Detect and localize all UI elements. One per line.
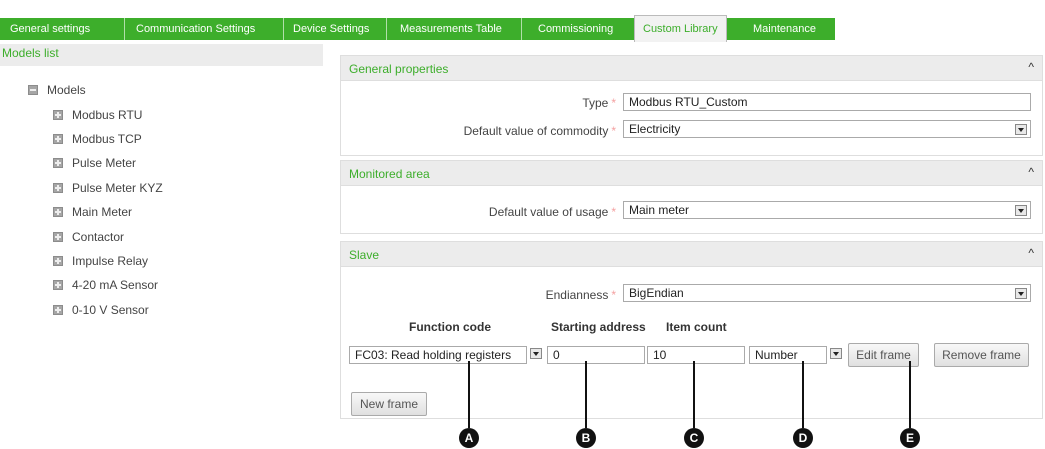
function-code-dropdown-icon[interactable] <box>530 348 542 359</box>
type-label: Type * <box>420 96 616 110</box>
tree-item-contactor[interactable]: Contactor <box>53 229 124 245</box>
tab-separator <box>386 18 387 40</box>
expand-icon[interactable] <box>53 183 63 193</box>
commodity-select[interactable]: Electricity <box>623 120 1031 138</box>
tree-item-modbus-rtu[interactable]: Modbus RTU <box>53 107 142 123</box>
dropdown-arrow-icon[interactable] <box>1015 124 1027 135</box>
callout-b: B <box>576 428 596 448</box>
slave-title: Slave <box>349 248 380 262</box>
tree-root-label: Models <box>47 83 86 97</box>
tree-item-label: Main Meter <box>72 205 133 219</box>
collapse-chevron-icon[interactable]: ^ <box>1028 246 1034 260</box>
tree-item-pulse-meter-kyz[interactable]: Pulse Meter KYZ <box>53 180 163 196</box>
function-code-select[interactable]: FC03: Read holding registers <box>349 346 527 364</box>
tree-item-label: 0-10 V Sensor <box>72 303 149 317</box>
tab-separator <box>521 18 522 40</box>
models-list-title: Models list <box>0 44 323 66</box>
tree-item-impulse-relay[interactable]: Impulse Relay <box>53 253 148 269</box>
tab-custom-library[interactable]: Custom Library <box>634 15 727 42</box>
tab-communication-settings[interactable]: Communication Settings <box>128 18 263 40</box>
callout-c: C <box>684 428 704 448</box>
expand-icon[interactable] <box>53 134 63 144</box>
tree-item-0-10v-sensor[interactable]: 0-10 V Sensor <box>53 302 149 318</box>
data-type-select[interactable]: Number <box>749 346 827 364</box>
data-type-dropdown-icon[interactable] <box>830 348 842 359</box>
endianness-select[interactable]: BigEndian <box>623 284 1031 302</box>
usage-select[interactable]: Main meter <box>623 201 1031 219</box>
tab-maintenance[interactable]: Maintenance <box>745 18 824 40</box>
tab-separator <box>124 18 125 40</box>
dropdown-arrow-icon[interactable] <box>1015 205 1027 216</box>
tab-measurements-table[interactable]: Measurements Table <box>392 18 510 40</box>
tab-commissioning[interactable]: Commissioning <box>530 18 621 40</box>
expand-icon[interactable] <box>53 305 63 315</box>
expand-icon[interactable] <box>53 110 63 120</box>
tree-item-label: Modbus RTU <box>72 108 143 122</box>
callout-line-b <box>585 361 587 428</box>
callout-d: D <box>793 428 813 448</box>
tree-item-label: Contactor <box>72 230 125 244</box>
expand-icon[interactable] <box>53 256 63 266</box>
required-marker: * <box>611 124 616 138</box>
tab-device-settings[interactable]: Device Settings <box>285 18 377 40</box>
type-input[interactable]: Modbus RTU_Custom <box>623 93 1031 111</box>
expand-icon[interactable] <box>53 158 63 168</box>
dropdown-arrow-icon[interactable] <box>1015 288 1027 299</box>
endianness-label: Endianness * <box>420 288 616 302</box>
tree-item-label: Impulse Relay <box>72 254 149 268</box>
remove-frame-button[interactable]: Remove frame <box>934 343 1029 367</box>
starting-address-header: Starting address <box>551 320 646 334</box>
collapse-chevron-icon[interactable]: ^ <box>1028 165 1034 179</box>
required-marker: * <box>611 205 616 219</box>
monitored-area-title: Monitored area <box>349 167 430 181</box>
expand-icon[interactable] <box>53 232 63 242</box>
tree-root-models[interactable]: Models <box>28 82 86 98</box>
starting-address-input[interactable]: 0 <box>547 346 645 364</box>
expand-icon[interactable] <box>53 280 63 290</box>
endianness-label-text: Endianness <box>545 288 609 302</box>
new-frame-button[interactable]: New frame <box>351 392 427 416</box>
slave-header[interactable]: Slave ^ <box>340 241 1043 267</box>
endianness-select-value: BigEndian <box>629 286 684 300</box>
callout-line-c <box>693 361 695 428</box>
general-properties-title: General properties <box>349 62 449 76</box>
callout-line-a <box>468 361 470 428</box>
commodity-select-value: Electricity <box>629 122 681 136</box>
usage-select-value: Main meter <box>629 203 690 217</box>
monitored-area-header[interactable]: Monitored area ^ <box>340 160 1043 186</box>
tree-item-modbus-tcp[interactable]: Modbus TCP <box>53 131 142 147</box>
collapse-icon[interactable] <box>28 85 38 95</box>
tree-item-label: Pulse Meter <box>72 156 137 170</box>
tree-item-label: Pulse Meter KYZ <box>72 181 163 195</box>
expand-icon[interactable] <box>53 207 63 217</box>
item-count-input[interactable]: 10 <box>647 346 745 364</box>
item-count-header: Item count <box>666 320 727 334</box>
collapse-chevron-icon[interactable]: ^ <box>1028 60 1034 74</box>
type-label-text: Type <box>582 96 609 110</box>
callout-a: A <box>459 428 479 448</box>
tree-item-4-20ma-sensor[interactable]: 4-20 mA Sensor <box>53 277 158 293</box>
tree-item-label: Modbus TCP <box>72 132 142 146</box>
usage-label: Default value of usage * <box>420 205 616 219</box>
required-marker: * <box>611 288 616 302</box>
tab-bar: General settings Communication Settings … <box>0 0 1045 42</box>
tree-item-label: 4-20 mA Sensor <box>72 278 159 292</box>
commodity-label: Default value of commodity * <box>420 124 616 138</box>
callout-line-d <box>802 361 804 428</box>
general-properties-header[interactable]: General properties ^ <box>340 55 1043 81</box>
tab-separator <box>283 18 284 40</box>
callout-line-e <box>909 361 911 428</box>
tree-item-main-meter[interactable]: Main Meter <box>53 204 132 220</box>
tree-item-pulse-meter[interactable]: Pulse Meter <box>53 155 136 171</box>
function-code-header: Function code <box>409 320 491 334</box>
required-marker: * <box>611 96 616 110</box>
callout-e: E <box>900 428 920 448</box>
tab-general-settings[interactable]: General settings <box>2 18 98 40</box>
usage-label-text: Default value of usage <box>488 205 609 219</box>
commodity-label-text: Default value of commodity <box>463 124 609 138</box>
